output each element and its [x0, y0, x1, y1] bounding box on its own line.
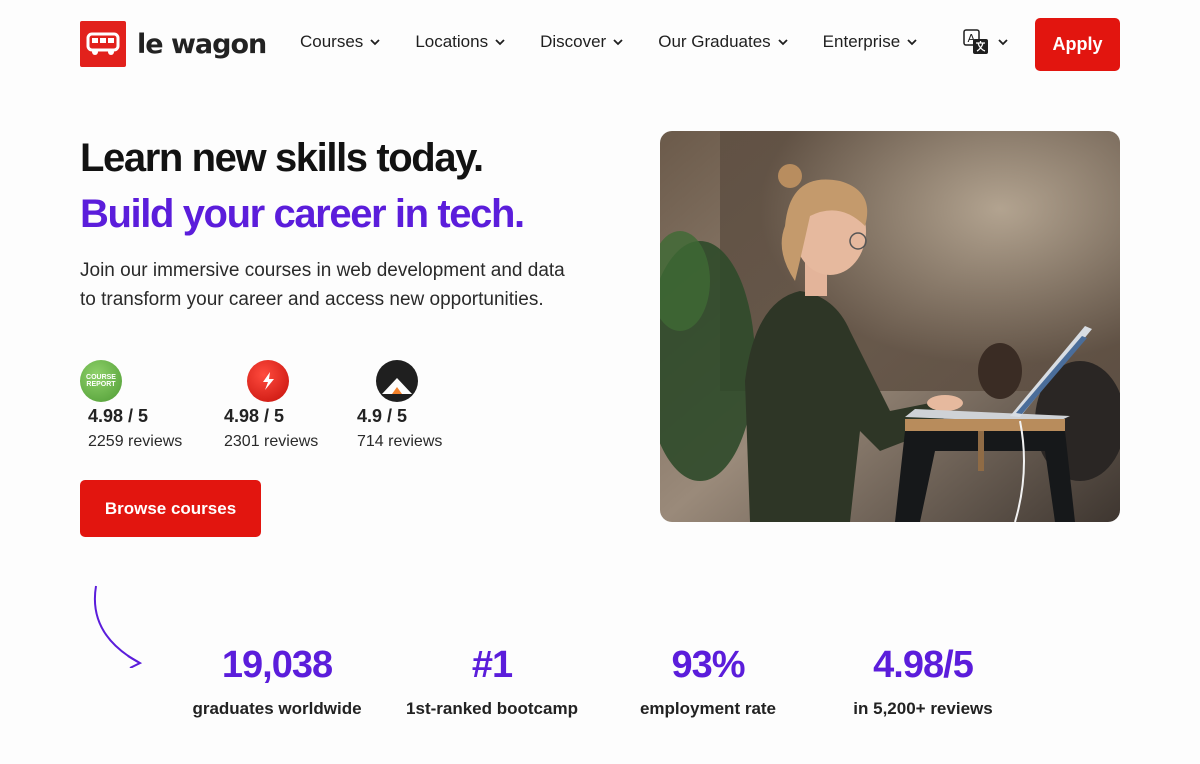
switchup-badge-icon [247, 360, 289, 402]
rating-career-karma[interactable]: 4.9 / 5 714 reviews [349, 360, 442, 451]
stat-employment: 93% employment rate [598, 644, 818, 719]
language-selector[interactable]: A [963, 29, 1009, 55]
rating-switchup[interactable]: 4.98 / 5 2301 reviews [216, 360, 318, 451]
nav-label: Discover [540, 32, 607, 51]
bus-logo-icon [80, 21, 126, 67]
rating-count: 2301 reviews [224, 433, 319, 450]
course-report-badge-icon: COURSE REPORT [80, 360, 122, 402]
hero-photo [660, 131, 1120, 522]
main-nav: Courses Locations Discover Our Graduates… [300, 32, 952, 52]
rating-course-report[interactable]: COURSE REPORT 4.98 / 5 2259 reviews [80, 360, 182, 451]
browse-courses-button[interactable]: Browse courses [80, 480, 261, 537]
rating-score: 4.98 / 5 [88, 406, 149, 426]
hero-subheadline: Build your career in tech. [80, 192, 525, 236]
rating-count: 714 reviews [357, 433, 443, 450]
stat-reviews: 4.98/5 in 5,200+ reviews [813, 644, 1033, 719]
chevron-down-icon [778, 39, 788, 46]
nav-label: Locations [415, 32, 489, 51]
stat-value: 93% [671, 644, 745, 686]
hero-description: Join our immersive courses in web develo… [80, 260, 565, 310]
nav-courses[interactable]: Courses [300, 32, 381, 52]
stat-value: 19,038 [221, 644, 333, 686]
brand-name: le wagon [137, 28, 267, 60]
rating-score: 4.98 / 5 [224, 406, 285, 426]
rating-score: 4.9 / 5 [357, 406, 408, 426]
nav-locations[interactable]: Locations [415, 32, 506, 52]
nav-discover[interactable]: Discover [540, 32, 624, 52]
career-karma-badge-icon [376, 360, 418, 402]
apply-button[interactable]: Apply [1035, 18, 1120, 71]
rating-count: 2259 reviews [88, 433, 183, 450]
nav-label: Courses [300, 32, 364, 51]
chevron-down-icon [998, 39, 1008, 46]
stat-value: 4.98/5 [873, 644, 974, 686]
stat-label: graduates worldwide [192, 699, 362, 718]
stat-label: employment rate [639, 699, 777, 718]
brand-logo[interactable]: le wagon [80, 21, 267, 67]
stat-label: 1st-ranked bootcamp [406, 699, 578, 718]
nav-enterprise[interactable]: Enterprise [823, 32, 918, 52]
stat-ranking: #1 1st-ranked bootcamp [382, 644, 602, 719]
chevron-down-icon [907, 39, 917, 46]
nav-label: Our Graduates [658, 32, 771, 51]
hero-headline: Learn new skills today. [80, 136, 484, 180]
nav-label: Enterprise [822, 32, 901, 51]
chevron-down-icon [495, 39, 505, 46]
stat-graduates: 19,038 graduates worldwide [167, 644, 387, 719]
stat-label: in 5,200+ reviews [853, 699, 993, 718]
curved-arrow-icon [93, 585, 143, 668]
translate-icon: A [963, 29, 988, 54]
nav-our-graduates[interactable]: Our Graduates [658, 32, 788, 52]
chevron-down-icon [370, 39, 380, 46]
stat-value: #1 [471, 644, 513, 686]
chevron-down-icon [613, 39, 623, 46]
